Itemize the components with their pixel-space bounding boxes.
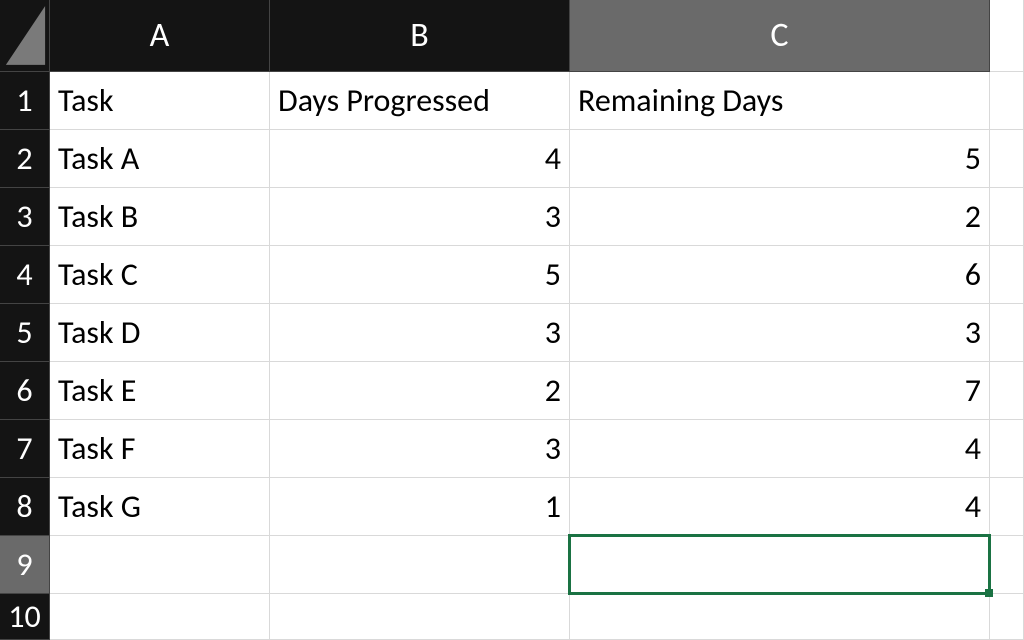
cell-B6[interactable]: 2	[270, 362, 570, 420]
cell-filler[interactable]	[990, 72, 1024, 130]
row-header-3[interactable]: 3	[0, 188, 50, 246]
row-header-5[interactable]: 5	[0, 304, 50, 362]
cell-filler[interactable]	[990, 536, 1024, 594]
cell-C3[interactable]: 2	[570, 188, 990, 246]
cell-filler[interactable]	[990, 478, 1024, 536]
cell-A5[interactable]: Task D	[50, 304, 270, 362]
col-header-filler	[990, 0, 1024, 72]
select-all-triangle-icon	[0, 0, 49, 71]
col-header-A[interactable]: A	[50, 0, 270, 72]
cell-A3[interactable]: Task B	[50, 188, 270, 246]
cell-B10[interactable]	[270, 594, 570, 640]
cell-A6[interactable]: Task E	[50, 362, 270, 420]
cell-filler[interactable]	[990, 420, 1024, 478]
cell-B8[interactable]: 1	[270, 478, 570, 536]
cell-B1[interactable]: Days Progressed	[270, 72, 570, 130]
active-cell-selection	[568, 534, 991, 595]
cell-A1[interactable]: Task	[50, 72, 270, 130]
select-all-corner[interactable]	[0, 0, 50, 72]
cell-B9[interactable]	[270, 536, 570, 594]
cell-filler[interactable]	[990, 304, 1024, 362]
cell-A4[interactable]: Task C	[50, 246, 270, 304]
cell-C9[interactable]	[570, 536, 990, 594]
cell-C4[interactable]: 6	[570, 246, 990, 304]
cell-C2[interactable]: 5	[570, 130, 990, 188]
fill-handle[interactable]	[985, 589, 993, 597]
cell-filler[interactable]	[990, 246, 1024, 304]
cell-B5[interactable]: 3	[270, 304, 570, 362]
cell-A10[interactable]	[50, 594, 270, 640]
row-header-6[interactable]: 6	[0, 362, 50, 420]
cell-A2[interactable]: Task A	[50, 130, 270, 188]
cell-A7[interactable]: Task F	[50, 420, 270, 478]
cell-A9[interactable]	[50, 536, 270, 594]
col-header-B[interactable]: B	[270, 0, 570, 72]
cell-filler[interactable]	[990, 594, 1024, 640]
cell-B7[interactable]: 3	[270, 420, 570, 478]
cell-C8[interactable]: 4	[570, 478, 990, 536]
row-header-2[interactable]: 2	[0, 130, 50, 188]
cell-C5[interactable]: 3	[570, 304, 990, 362]
cell-C10[interactable]	[570, 594, 990, 640]
spreadsheet-grid: A B C 1 Task Days Progressed Remaining D…	[0, 0, 1024, 640]
row-header-8[interactable]: 8	[0, 478, 50, 536]
cell-filler[interactable]	[990, 188, 1024, 246]
cell-C6[interactable]: 7	[570, 362, 990, 420]
cell-filler[interactable]	[990, 362, 1024, 420]
row-header-9[interactable]: 9	[0, 536, 50, 594]
row-header-10[interactable]: 10	[0, 594, 50, 640]
row-header-7[interactable]: 7	[0, 420, 50, 478]
col-header-C[interactable]: C	[570, 0, 990, 72]
cell-B3[interactable]: 3	[270, 188, 570, 246]
cell-filler[interactable]	[990, 130, 1024, 188]
cell-C1[interactable]: Remaining Days	[570, 72, 990, 130]
cell-B4[interactable]: 5	[270, 246, 570, 304]
cell-B2[interactable]: 4	[270, 130, 570, 188]
cell-C7[interactable]: 4	[570, 420, 990, 478]
row-header-4[interactable]: 4	[0, 246, 50, 304]
row-header-1[interactable]: 1	[0, 72, 50, 130]
cell-A8[interactable]: Task G	[50, 478, 270, 536]
